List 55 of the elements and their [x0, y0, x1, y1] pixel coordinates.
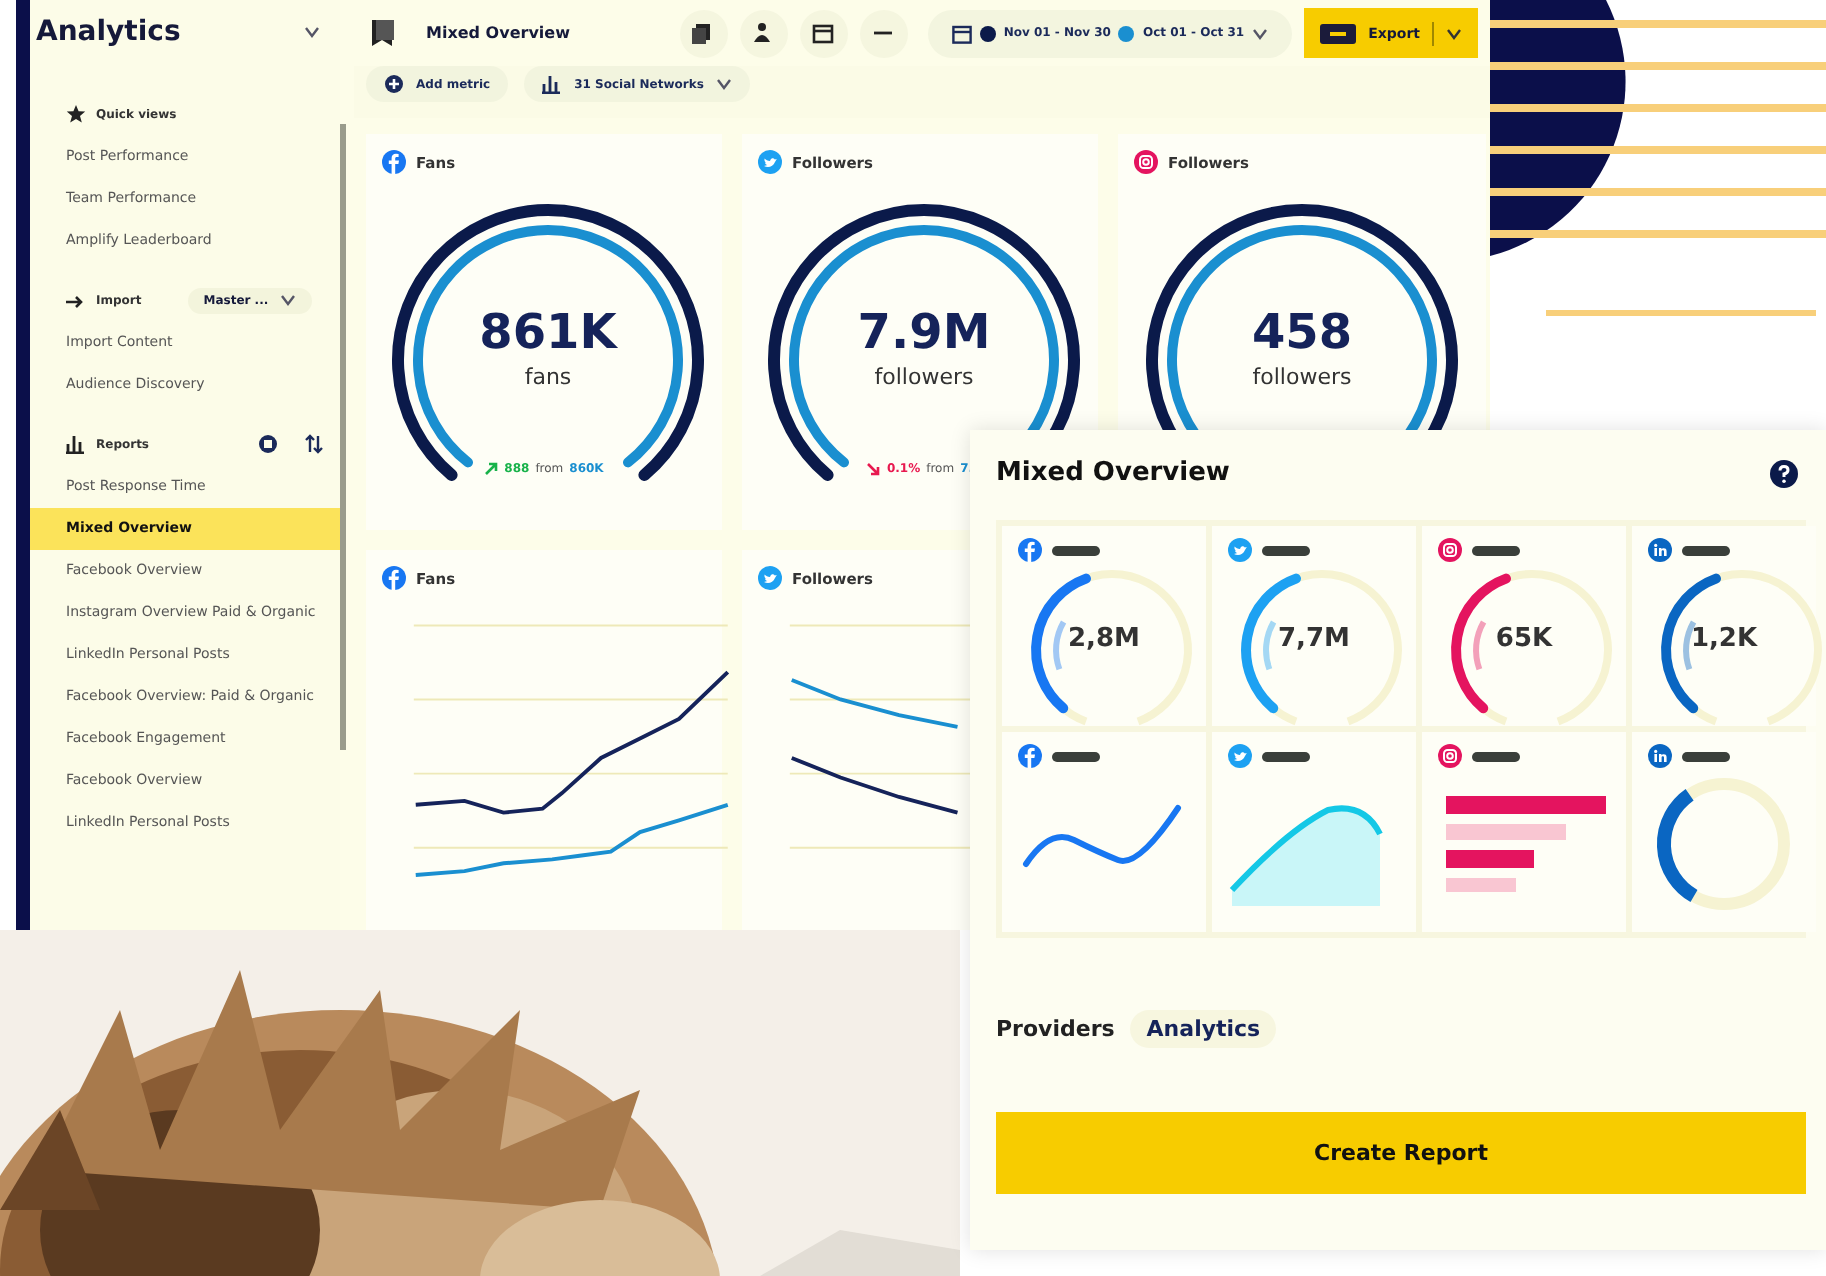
plus-icon	[384, 74, 404, 94]
facebook-icon	[382, 566, 406, 590]
dot-icon	[1118, 25, 1135, 41]
bar-chart-icon	[542, 74, 563, 94]
more-button[interactable]	[859, 9, 908, 57]
collapse-icon	[304, 26, 320, 38]
calendar-icon	[951, 23, 972, 43]
metric-value: 7,7M	[1278, 623, 1350, 653]
metric-value: 2,8M	[1068, 623, 1140, 653]
share-icon	[752, 22, 775, 44]
calendar-button[interactable]	[799, 9, 848, 57]
metric-unit: followers	[1250, 364, 1354, 390]
bar-chart-icon	[66, 434, 86, 454]
card-title: Mixed Overview	[996, 458, 1230, 488]
placeholder-bar-icon	[1262, 751, 1310, 761]
provider-tag: Analytics	[1130, 1010, 1277, 1048]
help-icon	[1770, 459, 1798, 487]
share-button[interactable]	[739, 9, 788, 57]
file-icon	[1320, 23, 1357, 43]
caret-icon	[280, 294, 297, 306]
placeholder-bar-icon	[1682, 545, 1730, 555]
up-arrow-icon	[484, 462, 499, 476]
down-arrow-icon	[866, 462, 881, 476]
placeholder-bar-icon	[1052, 545, 1100, 555]
metric-value: 861K	[477, 304, 620, 360]
metric-unit: fans	[522, 364, 574, 390]
metric-value: 458	[1249, 304, 1355, 360]
metric-unit: followers	[872, 364, 976, 390]
sort-icon	[304, 434, 324, 454]
app-title: Analytics	[36, 16, 181, 48]
star-icon	[66, 104, 86, 124]
placeholder-bar-icon	[1262, 545, 1310, 555]
bookmark-icon	[370, 17, 398, 49]
providers-label: Providers	[996, 1016, 1115, 1042]
placeholder-bar-icon	[1052, 751, 1100, 761]
caret-icon	[1446, 27, 1462, 39]
metric-value: 1,2K	[1690, 623, 1758, 653]
metric-value: 7.9M	[855, 304, 993, 360]
bird-icon	[758, 566, 782, 590]
caret-icon	[715, 78, 732, 90]
copy-icon	[692, 22, 715, 44]
dot-icon	[979, 25, 996, 41]
calendar-icon	[812, 22, 835, 44]
camera-icon	[1134, 150, 1158, 174]
placeholder-bar-icon	[1682, 751, 1730, 761]
page-title: Mixed Overview	[426, 24, 570, 42]
arrow-icon	[66, 290, 86, 310]
facebook-icon	[382, 150, 406, 174]
placeholder-bar-icon	[1472, 545, 1520, 555]
bird-icon	[758, 150, 782, 174]
copy-button[interactable]	[679, 9, 728, 57]
create-report-button[interactable]: Create Report	[996, 1112, 1806, 1194]
metric-value: 65K	[1495, 623, 1553, 653]
placeholder-bar-icon	[1472, 751, 1520, 761]
caret-icon	[1252, 27, 1269, 39]
